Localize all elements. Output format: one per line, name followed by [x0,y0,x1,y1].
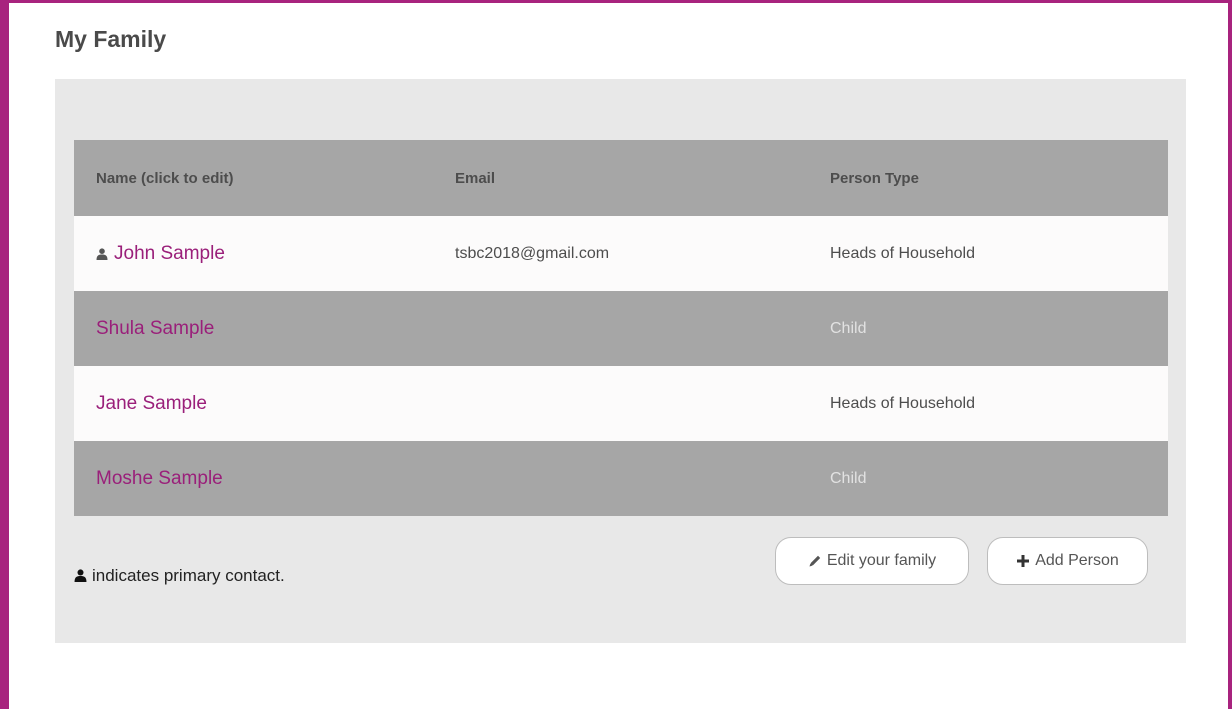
person-name-link[interactable]: Jane Sample [96,393,207,414]
email-cell: tsbc2018@gmail.com [455,244,610,262]
table-row: Shula Sample Child [74,291,1168,366]
pencil-icon [809,555,821,567]
legend-text: indicates primary contact. [92,566,285,585]
table-row: John Sample tsbc2018@gmail.com Heads of … [74,216,1168,291]
person-type-cell: Child [830,319,867,337]
column-header-name: Name (click to edit) [96,169,234,187]
person-name-link[interactable]: John Sample [114,243,225,264]
family-panel: Name (click to edit) Email Person Type J… [55,79,1186,643]
edit-family-button[interactable]: Edit your family [775,537,969,585]
add-person-label: Add Person [1035,552,1119,569]
user-icon [96,247,108,260]
table-row: Moshe Sample Child [74,441,1168,516]
name-cell: Jane Sample [74,366,455,441]
frame-top-border [0,0,1232,3]
person-name-link[interactable]: Shula Sample [96,318,214,339]
frame-left-border [0,0,9,709]
name-cell: Shula Sample [74,291,455,366]
email-cell [455,366,830,441]
column-header-person-type: Person Type [830,169,919,187]
primary-contact-legend: indicates primary contact. [74,566,285,586]
page-title: My Family [55,26,167,52]
user-icon [74,569,87,582]
name-cell: Moshe Sample [74,441,455,516]
email-cell [455,441,830,516]
family-table: Name (click to edit) Email Person Type J… [74,140,1168,516]
frame-right-border [1228,0,1232,709]
table-header-row: Name (click to edit) Email Person Type [74,140,1168,216]
person-type-cell: Heads of Household [830,394,975,412]
person-type-cell: Heads of Household [830,244,975,262]
table-row: Jane Sample Heads of Household [74,366,1168,441]
plus-icon [1017,555,1030,567]
email-cell [455,291,830,366]
add-person-button[interactable]: Add Person [987,537,1148,585]
person-type-cell: Child [830,469,867,487]
edit-family-label: Edit your family [826,552,937,569]
name-cell: John Sample [74,216,455,291]
person-name-link[interactable]: Moshe Sample [96,468,223,489]
column-header-email: Email [455,169,496,187]
